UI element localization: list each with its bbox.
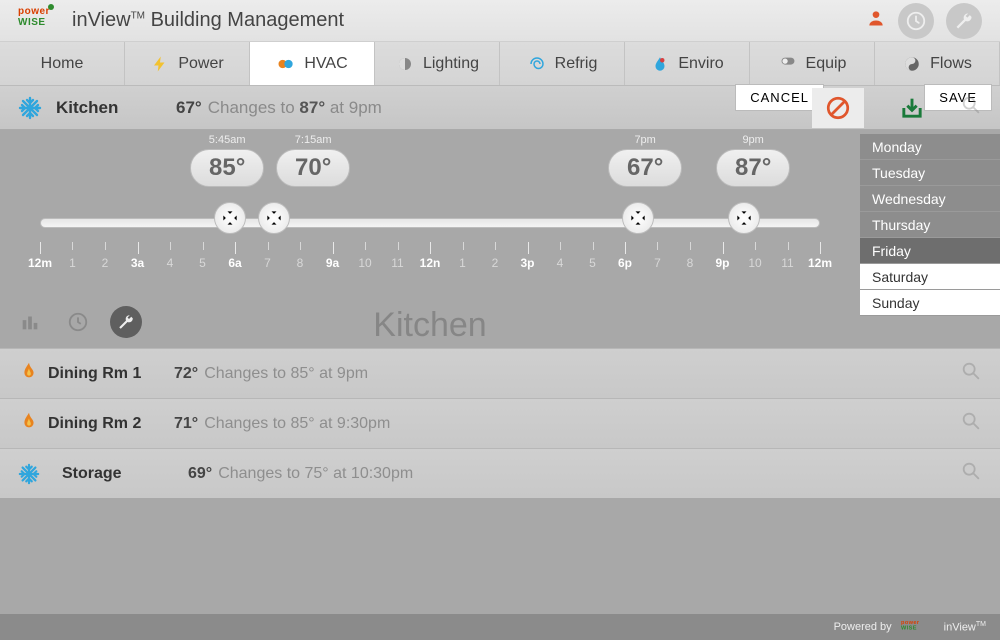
zone-row-0[interactable]: Dining Rm 172° Changes to 85° at 9pm [0,348,1000,398]
day-tuesday[interactable]: Tuesday [860,160,1000,186]
droplet-icon [650,54,670,74]
day-monday[interactable]: Monday [860,134,1000,160]
yinyang-icon [902,54,922,74]
setpoint-2[interactable]: 7pm67° [608,134,682,187]
snowflake-icon [18,96,42,120]
user-icon[interactable] [866,8,886,33]
tick-label: 8 [297,256,304,270]
tick-label: 12n [420,256,441,270]
schedule-track [20,212,980,232]
tick-label: 11 [391,256,403,270]
tick-label: 12m [808,256,832,270]
app-title: inViewTM Building Management [72,9,344,32]
tick-label: 7 [264,256,271,270]
tab-equip[interactable]: Equip [750,42,875,85]
tab-refrig[interactable]: Refrig [500,42,625,85]
schedule-panel: 5:45am85°7:15am70° 7pm67° 9pm87° 12m 1 2 3a 4 5… [0,134,1000,348]
zone-change: Changes to 85° at 9pm [204,365,368,383]
tick-label: 9p [715,256,729,270]
zone-change-text: Changes to 87° at 9pm [208,98,382,118]
tick-label: 6p [618,256,632,270]
tick-label: 1 [459,256,466,270]
day-friday[interactable]: Friday [860,238,1000,264]
day-saturday[interactable]: Saturday [860,264,1000,290]
tick-label: 8 [687,256,694,270]
setpoint-3[interactable]: 9pm87° [716,134,790,187]
zone-row-2[interactable]: Storage69° Changes to 75° at 10:30pm [0,448,1000,498]
discard-button[interactable] [812,88,864,128]
day-thursday[interactable]: Thursday [860,212,1000,238]
tab-hvac[interactable]: HVAC [250,42,375,85]
tick-label: 5 [589,256,596,270]
hvac-icon [276,54,296,74]
tick-label: 9a [326,256,339,270]
lighting-icon [395,54,415,74]
zone-header: Kitchen 67° Changes to 87° at 9pm CANCEL… [0,86,1000,130]
tick-label: 4 [167,256,174,270]
day-list: MondayTuesdayWednesdayThursdayFridaySatu… [860,134,1000,316]
tab-home[interactable]: Home [0,42,125,85]
tick-label: 2 [492,256,499,270]
app-header: power WISE inViewTM Building Management [0,0,1000,42]
schedule-handle-2[interactable] [622,202,654,234]
zone-change: Changes to 85° at 9:30pm [204,415,390,433]
tab-power[interactable]: Power [125,42,250,85]
tab-flows[interactable]: Flows [875,42,1000,85]
search-icon[interactable] [960,460,982,487]
tick-label: 11 [781,256,793,270]
zone-change: Changes to 75° at 10:30pm [218,465,413,483]
tab-enviro[interactable]: Enviro [625,42,750,85]
zone-temp: 72° [174,365,198,383]
tick-label: 4 [557,256,564,270]
cancel-button[interactable]: CANCEL [735,84,824,111]
brand-logo: power WISE [18,6,62,36]
tick-label: 7 [654,256,661,270]
snow-icon [18,463,40,485]
tick-label: 10 [748,256,761,270]
zone-name: Dining Rm 1 [48,365,174,383]
setpoint-1[interactable]: 7:15am70° [276,134,350,187]
search-icon[interactable] [960,94,982,121]
schedule-handle-3[interactable] [728,202,760,234]
setpoint-0[interactable]: 5:45am85° [190,134,264,187]
zone-name: Dining Rm 2 [48,415,174,433]
zone-name: Kitchen [56,98,176,118]
main-nav: Home Power HVAC Lighting Refrig Enviro E… [0,42,1000,86]
zone-current-temp: 67° [176,98,202,118]
settings-icon[interactable] [946,3,982,39]
footer: Powered by power WISE inViewTM [0,614,1000,640]
tick-label: 5 [199,256,206,270]
schedule-handle-1[interactable] [258,202,290,234]
search-icon[interactable] [960,360,982,387]
tick-label: 10 [358,256,371,270]
zone-row-1[interactable]: Dining Rm 271° Changes to 85° at 9:30pm [0,398,1000,448]
tick-label: 6a [228,256,241,270]
flame-icon [18,410,40,437]
tick-label: 3a [131,256,144,270]
day-wednesday[interactable]: Wednesday [860,186,1000,212]
panel-title: Kitchen [0,306,860,345]
day-sunday[interactable]: Sunday [860,290,1000,316]
spiral-icon [527,54,547,74]
tick-label: 2 [102,256,109,270]
tick-label: 1 [69,256,76,270]
toggle-icon [778,54,798,74]
clock-icon[interactable] [898,3,934,39]
zone-temp: 71° [174,415,198,433]
bolt-icon [150,54,170,74]
tick-label: 12m [28,256,52,270]
flame-icon [18,360,40,387]
schedule-handle-0[interactable] [214,202,246,234]
tab-lighting[interactable]: Lighting [375,42,500,85]
tick-label: 3p [520,256,534,270]
zone-name: Storage [62,465,188,483]
zone-temp: 69° [188,465,212,483]
search-icon[interactable] [960,410,982,437]
